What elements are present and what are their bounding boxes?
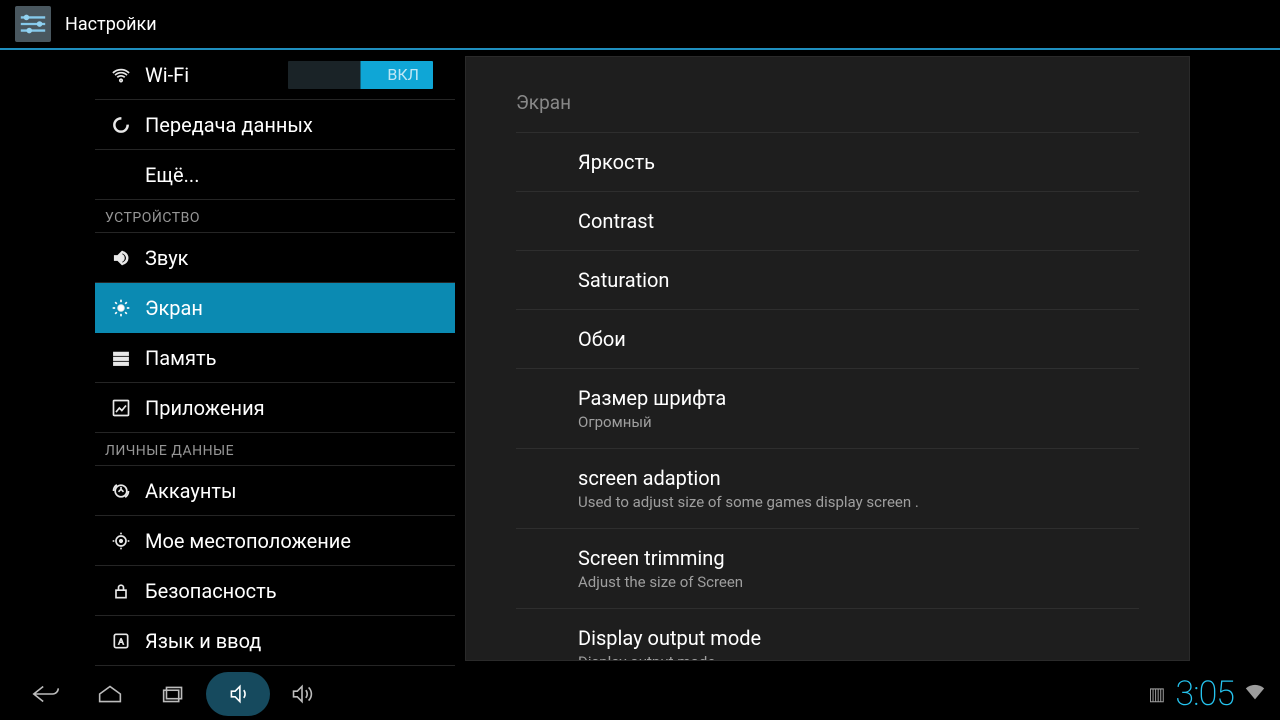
detail-panel-container: Экран Яркость Contrast Saturation Обои Р… [455, 50, 1280, 670]
back-button[interactable] [14, 672, 78, 716]
home-button[interactable] [78, 672, 142, 716]
sidebar-item-sound[interactable]: Звук [95, 233, 455, 283]
detail-panel: Экран Яркость Contrast Saturation Обои Р… [465, 56, 1190, 661]
panel-item-title: Display output mode [578, 626, 1139, 650]
sidebar-section-device: УСТРОЙСТВО [95, 200, 455, 233]
panel-item-display-output[interactable]: Display output mode Display output mode [516, 609, 1139, 661]
lock-icon [107, 581, 135, 601]
sidebar-item-label: Передача данных [145, 113, 455, 137]
sidebar-item-label: Ещё... [145, 163, 455, 187]
display-icon [107, 298, 135, 318]
accounts-icon [107, 481, 135, 501]
wifi-status-icon [1244, 681, 1266, 707]
sidebar-item-label: Память [145, 346, 455, 370]
apps-icon [107, 398, 135, 418]
sidebar-item-accounts[interactable]: Аккаунты [95, 466, 455, 516]
panel-item-screen-adaption[interactable]: screen adaption Used to adjust size of s… [516, 449, 1139, 529]
panel-item-title: Размер шрифта [578, 386, 1139, 410]
panel-item-sub: Display output mode [578, 653, 1139, 661]
panel-item-title: Screen trimming [578, 546, 1139, 570]
panel-item-sub: Used to adjust size of some games displa… [578, 493, 1139, 511]
volume-down-button[interactable] [206, 672, 270, 716]
recent-apps-button[interactable] [142, 672, 206, 716]
svg-text:A: A [118, 636, 124, 646]
panel-item-wallpaper[interactable]: Обои [516, 310, 1139, 369]
wifi-icon [107, 65, 135, 85]
sidebar-item-label: Звук [145, 246, 455, 270]
panel-item-saturation[interactable]: Saturation [516, 251, 1139, 310]
panel-item-font-size[interactable]: Размер шрифта Огромный [516, 369, 1139, 449]
settings-icon [15, 6, 51, 42]
page-title: Настройки [65, 14, 157, 35]
sidebar-item-label: Wi-Fi [145, 63, 288, 87]
language-icon: A [107, 631, 135, 651]
panel-item-brightness[interactable]: Яркость [516, 133, 1139, 192]
sidebar-item-data-usage[interactable]: Передача данных [95, 100, 455, 150]
sidebar-item-apps[interactable]: Приложения [95, 383, 455, 433]
sidebar-item-storage[interactable]: Память [95, 333, 455, 383]
sidebar-section-personal: ЛИЧНЫЕ ДАННЫЕ [95, 433, 455, 466]
sidebar-item-more[interactable]: Ещё... [95, 150, 455, 200]
volume-up-button[interactable] [270, 672, 334, 716]
sd-card-icon: ▥ [1148, 684, 1165, 705]
panel-item-title: Contrast [578, 209, 1139, 233]
sidebar-item-label: Аккаунты [145, 479, 455, 503]
panel-item-contrast[interactable]: Contrast [516, 192, 1139, 251]
sidebar-item-wifi[interactable]: Wi-Fi ВКЛ [95, 50, 455, 100]
system-navbar: ▥ 3:05 [0, 668, 1280, 720]
panel-item-title: screen adaption [578, 466, 1139, 490]
panel-item-screen-trimming[interactable]: Screen trimming Adjust the size of Scree… [516, 529, 1139, 609]
wifi-toggle[interactable]: ВКЛ [288, 61, 433, 89]
sound-icon [107, 248, 135, 268]
settings-sidebar: Wi-Fi ВКЛ Передача данных Ещё... УСТРОЙС… [0, 50, 455, 670]
sidebar-item-label: Мое местоположение [145, 529, 455, 553]
panel-item-sub: Огромный [578, 413, 1139, 431]
panel-header: Экран [516, 91, 1139, 133]
sidebar-item-label: Язык и ввод [145, 629, 455, 653]
sidebar-item-display[interactable]: Экран [95, 283, 455, 333]
panel-item-title: Saturation [578, 268, 1139, 292]
panel-item-sub: Adjust the size of Screen [578, 573, 1139, 591]
location-icon [107, 531, 135, 551]
titlebar: Настройки [0, 0, 1280, 50]
storage-icon [107, 348, 135, 368]
sidebar-item-label: Приложения [145, 396, 455, 420]
status-clock: 3:05 [1175, 674, 1234, 714]
panel-item-title: Яркость [578, 150, 1139, 174]
data-usage-icon [107, 115, 135, 135]
sidebar-item-language[interactable]: A Язык и ввод [95, 616, 455, 666]
sidebar-item-location[interactable]: Мое местоположение [95, 516, 455, 566]
sidebar-item-security[interactable]: Безопасность [95, 566, 455, 616]
panel-item-title: Обои [578, 327, 1139, 351]
sidebar-item-label: Экран [145, 296, 455, 320]
sidebar-item-label: Безопасность [145, 579, 455, 603]
